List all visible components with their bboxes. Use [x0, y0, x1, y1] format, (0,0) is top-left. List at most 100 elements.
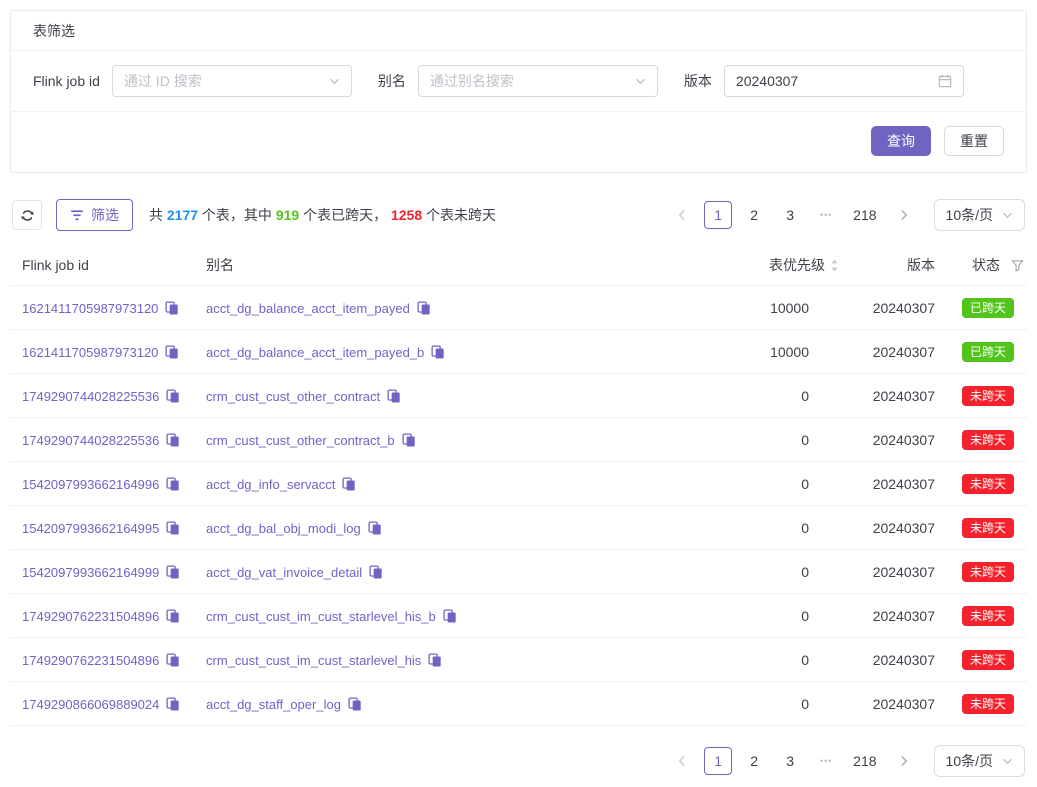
pagination-page-3[interactable]: 3	[776, 747, 804, 775]
flink-job-id-link[interactable]: 1749290866069889024	[22, 697, 159, 712]
alias-link[interactable]: crm_cust_cust_im_cust_starlevel_his_b	[206, 609, 436, 624]
pagination-page-3[interactable]: 3	[776, 201, 804, 229]
flink-job-id-link[interactable]: 1621411705987973120	[22, 345, 158, 360]
calendar-icon	[938, 74, 952, 88]
copy-icon[interactable]	[431, 345, 445, 359]
version-date-input[interactable]: 20240307	[724, 65, 964, 97]
version-cell: 20240307	[839, 374, 935, 418]
copy-icon[interactable]	[369, 565, 383, 579]
table-row: 1542097993662164995 acct_dg_bal_obj_modi…	[10, 506, 1027, 550]
pagination-top: 123 ••• 218 10条/页	[668, 199, 1025, 231]
priority-cell: 0	[687, 374, 839, 418]
filter-funnel-icon[interactable]	[1011, 259, 1024, 272]
alias-link[interactable]: crm_cust_cust_other_contract_b	[206, 433, 395, 448]
sorter-icon[interactable]	[830, 258, 839, 273]
flink-job-id-link[interactable]: 1749290744028225536	[22, 433, 159, 448]
copy-icon[interactable]	[166, 433, 180, 447]
pagination-prev-button[interactable]	[668, 747, 696, 775]
table-row: 1749290762231504896 crm_cust_cust_im_cus…	[10, 594, 1027, 638]
alias-link[interactable]: acct_dg_bal_obj_modi_log	[206, 521, 361, 536]
alias-select[interactable]: 通过别名搜索	[418, 65, 658, 97]
priority-cell: 0	[687, 638, 839, 682]
alias-link[interactable]: acct_dg_balance_acct_item_payed	[206, 301, 410, 316]
filter-bars-icon	[70, 210, 84, 221]
copy-icon[interactable]	[387, 389, 401, 403]
pagination-page-1[interactable]: 1	[704, 201, 732, 229]
flink-job-id-link[interactable]: 1542097993662164999	[22, 565, 159, 580]
flink-job-id-placeholder: 通过 ID 搜索	[124, 71, 202, 91]
copy-icon[interactable]	[368, 521, 382, 535]
alias-label: 别名	[378, 71, 406, 91]
pagination-next-button[interactable]	[890, 201, 918, 229]
status-badge: 未跨天	[962, 474, 1014, 494]
summary-text: 共	[149, 207, 167, 223]
version-value: 20240307	[736, 73, 798, 89]
copy-icon[interactable]	[166, 653, 180, 667]
pagination-page-2[interactable]: 2	[740, 747, 768, 775]
alias-link[interactable]: acct_dg_info_servacct	[206, 477, 335, 492]
pagination-page-218[interactable]: 218	[848, 201, 881, 229]
flink-job-id-link[interactable]: 1749290762231504896	[22, 653, 159, 668]
flink-job-id-link[interactable]: 1621411705987973120	[22, 301, 158, 316]
chevron-down-icon	[329, 78, 340, 85]
copy-icon[interactable]	[166, 477, 180, 491]
status-badge: 未跨天	[962, 386, 1014, 406]
pagination-page-218[interactable]: 218	[848, 747, 881, 775]
alias-link[interactable]: acct_dg_vat_invoice_detail	[206, 565, 362, 580]
priority-cell: 0	[687, 594, 839, 638]
summary-crossed-count: 919	[276, 207, 299, 223]
tables-table: Flink job id 别名 表优先级 版本 状态	[10, 249, 1027, 726]
alias-link[interactable]: crm_cust_cust_im_cust_starlevel_his	[206, 653, 421, 668]
version-cell: 20240307	[839, 638, 935, 682]
flink-job-id-select[interactable]: 通过 ID 搜索	[112, 65, 352, 97]
copy-icon[interactable]	[166, 697, 180, 711]
reset-button[interactable]: 重置	[944, 126, 1004, 156]
copy-icon[interactable]	[348, 697, 362, 711]
copy-icon[interactable]	[166, 389, 180, 403]
copy-icon[interactable]	[165, 301, 179, 315]
refresh-button[interactable]	[12, 200, 42, 230]
version-cell: 20240307	[839, 594, 935, 638]
copy-icon[interactable]	[166, 521, 180, 535]
pagination-ellipsis[interactable]: •••	[812, 747, 840, 775]
pagination-next-button[interactable]	[890, 747, 918, 775]
pagination-bottom: 123 ••• 218 10条/页	[668, 745, 1025, 777]
copy-icon[interactable]	[428, 653, 442, 667]
flink-job-id-link[interactable]: 1542097993662164995	[22, 521, 159, 536]
flink-job-id-link[interactable]: 1749290762231504896	[22, 609, 159, 624]
copy-icon[interactable]	[402, 433, 416, 447]
pagination-prev-button[interactable]	[668, 201, 696, 229]
version-cell: 20240307	[839, 682, 935, 726]
priority-cell: 10000	[687, 330, 839, 374]
page-size-select[interactable]: 10条/页	[934, 745, 1025, 777]
copy-icon[interactable]	[443, 609, 457, 623]
column-header-flink-job-id: Flink job id	[10, 249, 206, 286]
query-button[interactable]: 查询	[871, 126, 931, 156]
copy-icon[interactable]	[166, 609, 180, 623]
copy-icon[interactable]	[342, 477, 356, 491]
flink-job-id-label: Flink job id	[33, 73, 100, 89]
flink-job-id-link[interactable]: 1542097993662164996	[22, 477, 159, 492]
table-row: 1749290866069889024 acct_dg_staff_oper_l…	[10, 682, 1027, 726]
filter-card: 表筛选 Flink job id 通过 ID 搜索 别名 通过别名搜索 版本	[10, 10, 1027, 173]
pagination-ellipsis[interactable]: •••	[812, 201, 840, 229]
pagination-page-2[interactable]: 2	[740, 201, 768, 229]
alias-link[interactable]: crm_cust_cust_other_contract	[206, 389, 380, 404]
filter-panel-button[interactable]: 筛选	[56, 199, 133, 231]
flink-job-id-link[interactable]: 1749290744028225536	[22, 389, 159, 404]
bottom-pagination-row: 123 ••• 218 10条/页	[10, 745, 1027, 777]
column-header-version: 版本	[839, 249, 935, 286]
copy-icon[interactable]	[417, 301, 431, 315]
page-size-select[interactable]: 10条/页	[934, 199, 1025, 231]
alias-link[interactable]: acct_dg_balance_acct_item_payed_b	[206, 345, 424, 360]
filter-fields-row: Flink job id 通过 ID 搜索 别名 通过别名搜索 版本 20240…	[11, 51, 1026, 112]
table-row: 1542097993662164999 acct_dg_vat_invoice_…	[10, 550, 1027, 594]
status-badge: 未跨天	[962, 650, 1014, 670]
copy-icon[interactable]	[165, 345, 179, 359]
version-cell: 20240307	[839, 286, 935, 330]
page-size-value: 10条/页	[946, 205, 993, 225]
column-header-status: 状态	[972, 255, 1000, 275]
copy-icon[interactable]	[166, 565, 180, 579]
alias-link[interactable]: acct_dg_staff_oper_log	[206, 697, 341, 712]
pagination-page-1[interactable]: 1	[704, 747, 732, 775]
